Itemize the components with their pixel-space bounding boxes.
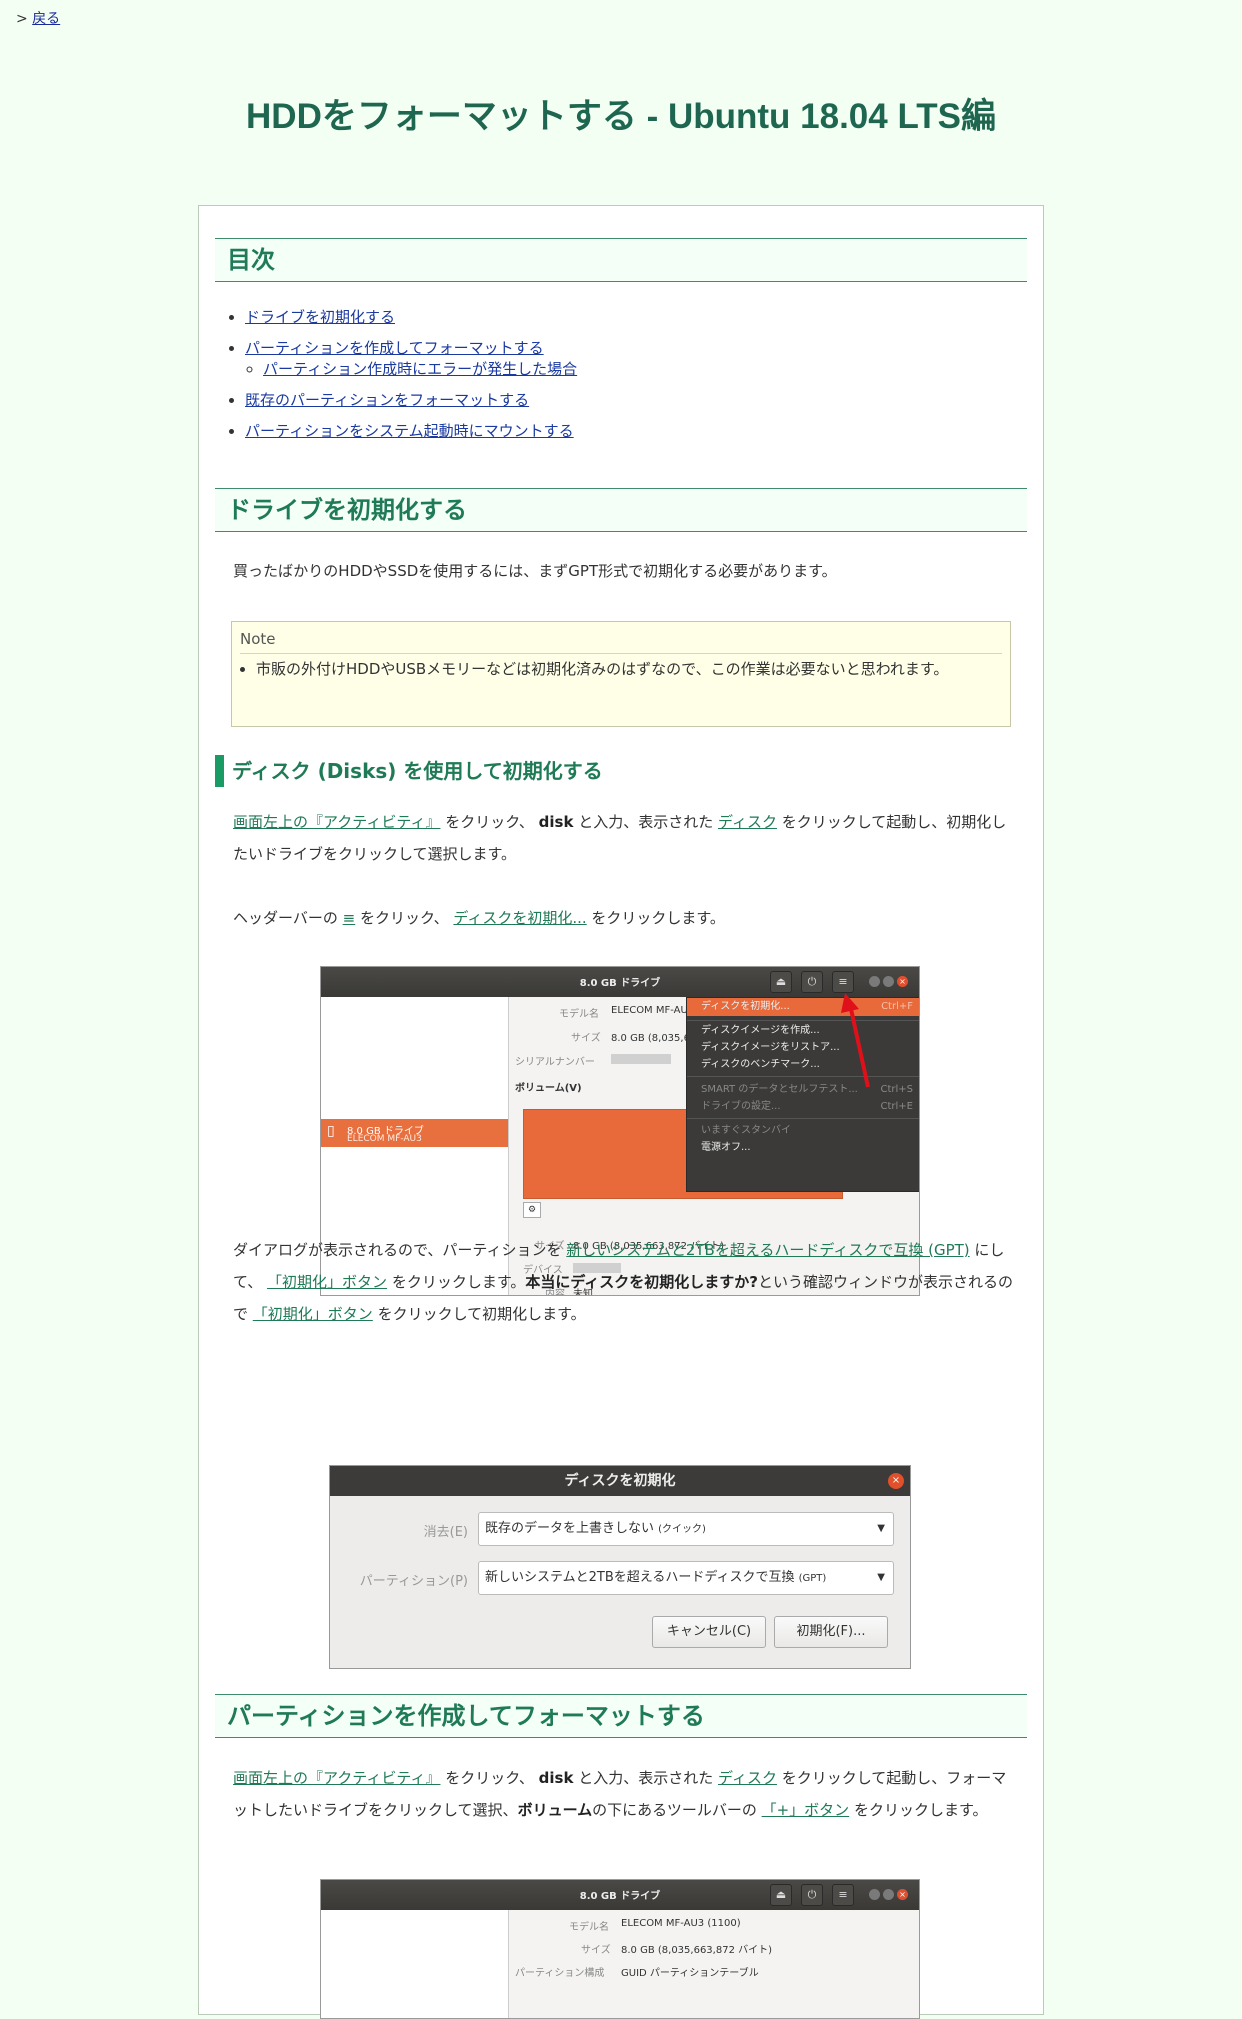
text: をクリックして初期化します。 bbox=[372, 1305, 586, 1323]
breadcrumb-prefix: > bbox=[16, 11, 28, 27]
toc-item-init-drive[interactable]: ドライブを初期化する bbox=[245, 308, 395, 326]
toc-item-create-partition[interactable]: パーティションを作成してフォーマットする bbox=[245, 339, 544, 357]
section1-paragraph-3: ダイアログが表示されるので、パーティションを 新しいシステムと2TBを超えるハー… bbox=[233, 1234, 1013, 1330]
back-link[interactable]: 戻る bbox=[32, 11, 60, 27]
subheading-disks: ディスク (Disks) を使用して初期化する bbox=[215, 755, 1015, 787]
dialog-title: ディスクを初期化 bbox=[330, 1466, 910, 1496]
window-title: 8.0 GB ドライブ bbox=[579, 1891, 661, 1902]
text: をクリックします。 bbox=[387, 1273, 526, 1291]
close-icon: × bbox=[888, 1473, 904, 1489]
section2-paragraph-1: 画面左上の『アクティビティ』 をクリック、 disk と入力、表示された ディス… bbox=[233, 1762, 1013, 1826]
format-dialog-screenshot: ディスクを初期化 × 消去(E) 既存のデータを上書きしない (クイック) ▼ … bbox=[329, 1465, 911, 1669]
partition-select: 新しいシステムと2TBを超えるハードディスクで互換 (GPT) ▼ bbox=[478, 1561, 894, 1595]
breadcrumb: > 戻る bbox=[16, 8, 60, 28]
note-title: Note bbox=[240, 630, 276, 648]
confirm-question: 本当にディスクを初期化しますか? bbox=[525, 1273, 758, 1291]
model-value: ELECOM MF-AU3 (1100) bbox=[621, 1918, 741, 1929]
text: と入力、表示された bbox=[573, 813, 718, 831]
cancel-button: キャンセル(C) bbox=[652, 1616, 766, 1648]
activities-link[interactable]: 画面左上の『アクティビティ』 bbox=[233, 813, 440, 831]
power-icon: ⏻ bbox=[801, 1884, 823, 1906]
text: をクリック、 bbox=[355, 909, 454, 927]
section1-paragraph-2: ヘッダーバーの ≡ をクリック、 ディスクを初期化... をクリックします。 bbox=[233, 902, 1013, 934]
partition-table-label: パーティション構成 bbox=[515, 1968, 605, 1979]
hamburger-link[interactable]: ≡ bbox=[343, 909, 356, 927]
size-label: サイズ bbox=[581, 1945, 611, 1956]
text: ヘッダーバーの bbox=[233, 909, 343, 927]
dropdown-arrow-icon: ▼ bbox=[877, 1523, 885, 1534]
text: をクリックします。 bbox=[586, 909, 725, 927]
section1-paragraph-1: 画面左上の『アクティビティ』 をクリック、 disk と入力、表示された ディス… bbox=[233, 806, 1013, 870]
drive-details: モデル名 ELECOM MF-AU3 (1100) サイズ 8.0 GB (8,… bbox=[509, 1910, 919, 2018]
close-icon: × bbox=[897, 1889, 908, 1900]
toc-list: ドライブを初期化する パーティションを作成してフォーマットする パーティション作… bbox=[245, 306, 577, 441]
partition-label: パーティション(P) bbox=[359, 1574, 468, 1589]
dropdown-arrow-icon: ▼ bbox=[877, 1572, 885, 1583]
maximize-icon bbox=[883, 1889, 894, 1900]
note-box: Note 市販の外付けHDDやUSBメモリーなどは初期化済みのはずなので、この作… bbox=[231, 621, 1011, 727]
text: をクリック、 bbox=[440, 813, 534, 831]
content-box: 目次 ドライブを初期化する パーティションを作成してフォーマットする パーティシ… bbox=[198, 205, 1044, 2019]
format-disk-link[interactable]: ディスクを初期化... bbox=[453, 909, 586, 927]
format-button: 初期化(F)... bbox=[774, 1616, 888, 1648]
format-button-link[interactable]: 「初期化」ボタン bbox=[267, 1273, 387, 1291]
erase-select: 既存のデータを上書きしない (クイック) ▼ bbox=[478, 1512, 894, 1546]
text: の下にあるツールバーの bbox=[592, 1801, 762, 1819]
menu-icon: ≡ bbox=[832, 1884, 854, 1906]
note-text: 市販の外付けHDDやUSBメモリーなどは初期化済みのはずなので、この作業は必要な… bbox=[256, 660, 982, 679]
toc-item-format-existing[interactable]: 既存のパーティションをフォーマットする bbox=[245, 391, 529, 409]
size-value: 8.0 GB (8,035,663,872 バイト) bbox=[621, 1945, 773, 1956]
keyword-disk: disk bbox=[538, 1769, 574, 1787]
disks-app-link[interactable]: ディスク bbox=[718, 813, 777, 831]
minimize-icon bbox=[869, 1889, 880, 1900]
plus-button-link[interactable]: 「+」ボタン bbox=[762, 1801, 850, 1819]
disks-screenshot-2: 8.0 GB ドライブ ⏏ ⏻ ≡ × モデル名 ELECOM MF-AU3 (… bbox=[320, 1879, 920, 2019]
text: をクリックします。 bbox=[849, 1801, 988, 1819]
section-heading-create-partition: パーティションを作成してフォーマットする bbox=[215, 1694, 1027, 1738]
window-titlebar: 8.0 GB ドライブ ⏏ ⏻ ≡ × bbox=[321, 1880, 919, 1910]
model-label: モデル名 bbox=[569, 1922, 609, 1933]
text: ダイアログが表示されるので、パーティションを bbox=[233, 1241, 567, 1259]
toc-heading: 目次 bbox=[215, 238, 1027, 282]
text: と入力、表示された bbox=[573, 1769, 718, 1787]
gpt-link[interactable]: 新しいシステムと2TBを超えるハードディスクで互換 (GPT) bbox=[566, 1241, 969, 1259]
section1-intro: 買ったばかりのHDDやSSDを使用するには、まずGPT形式で初期化する必要があり… bbox=[233, 562, 837, 580]
section-heading-init-drive: ドライブを初期化する bbox=[215, 488, 1027, 532]
page-title: HDDをフォーマットする - Ubuntu 18.04 LTS編 bbox=[246, 97, 996, 136]
disks-app-link[interactable]: ディスク bbox=[718, 1769, 777, 1787]
toc-item-mount-on-boot[interactable]: パーティションをシステム起動時にマウントする bbox=[245, 422, 574, 440]
format-button-link-2[interactable]: 「初期化」ボタン bbox=[253, 1305, 373, 1323]
toc-item-partition-error[interactable]: パーティション作成時にエラーが発生した場合 bbox=[263, 360, 577, 378]
text: をクリック、 bbox=[440, 1769, 534, 1787]
activities-link[interactable]: 画面左上の『アクティビティ』 bbox=[233, 1769, 440, 1787]
note-divider bbox=[240, 653, 1002, 654]
erase-label: 消去(E) bbox=[423, 1525, 468, 1540]
drive-sidebar bbox=[321, 1910, 509, 2018]
partition-table-value: GUID パーティションテーブル bbox=[621, 1968, 759, 1979]
keyword-volume: ボリューム bbox=[517, 1801, 593, 1819]
eject-icon: ⏏ bbox=[770, 1884, 792, 1906]
keyword-disk: disk bbox=[538, 813, 574, 831]
